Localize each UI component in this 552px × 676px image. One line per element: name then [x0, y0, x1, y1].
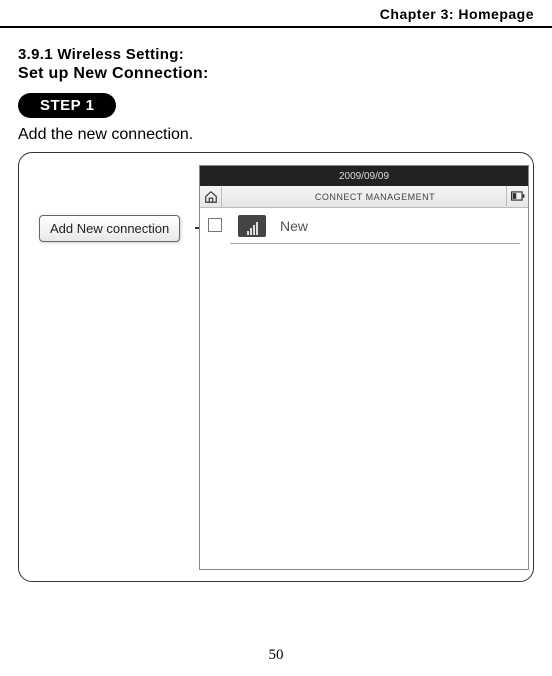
- titlebar-text: CONNECT MANAGEMENT: [222, 192, 528, 202]
- section-title: Set up New Connection:: [18, 65, 534, 83]
- wifi-signal-icon: [238, 215, 266, 237]
- connection-name-label: New: [280, 218, 308, 234]
- content-area: 3.9.1 Wireless Setting: Set up New Conne…: [0, 46, 552, 582]
- device-screenshot: 2009/09/09 CONNECT MANAGEMENT: [199, 165, 529, 570]
- status-bar-date: 2009/09/09: [339, 171, 389, 182]
- device-status-bar: 2009/09/09: [200, 166, 528, 186]
- step-badge: STEP 1: [18, 93, 116, 118]
- device-titlebar: CONNECT MANAGEMENT: [200, 186, 528, 208]
- home-icon[interactable]: [200, 187, 222, 207]
- device-screen-body: New: [200, 208, 528, 569]
- chapter-header: Chapter 3: Homepage: [0, 0, 552, 28]
- battery-icon: [506, 186, 528, 206]
- page-number: 50: [0, 647, 552, 664]
- callout-add-new-connection: Add New connection: [39, 215, 180, 242]
- section-number: 3.9.1 Wireless Setting:: [18, 46, 534, 63]
- list-item-checkbox[interactable]: [208, 218, 222, 232]
- connection-list-item[interactable]: New: [230, 208, 520, 244]
- figure-frame: Add New connection 2009/09/09 CONNECT MA…: [18, 152, 534, 582]
- step-description: Add the new connection.: [18, 126, 534, 144]
